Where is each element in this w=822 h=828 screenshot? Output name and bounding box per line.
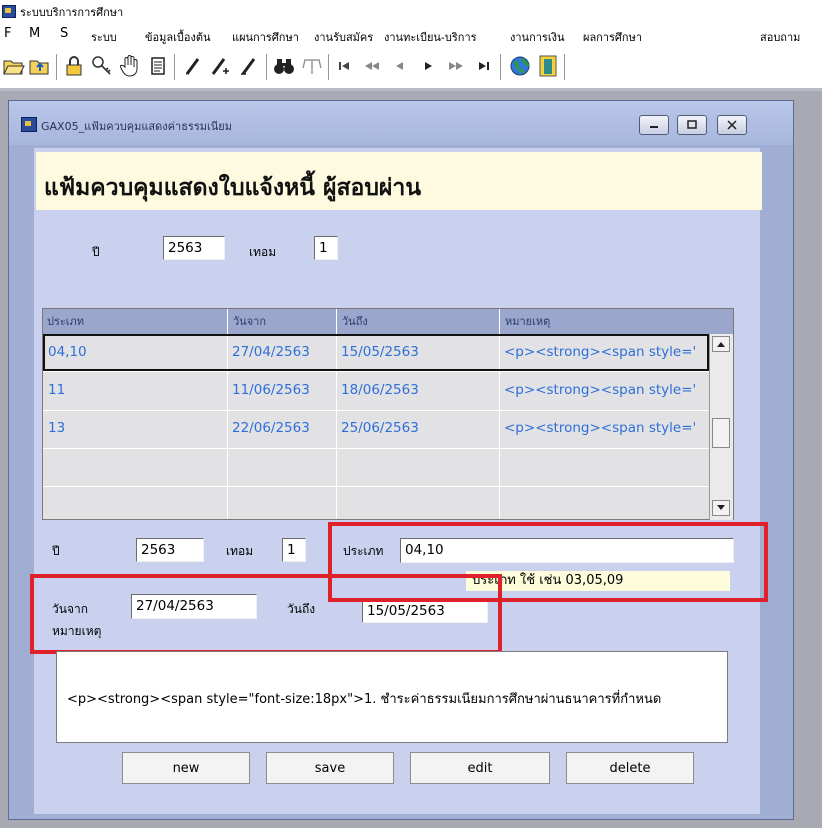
menu-item-results[interactable]: ผลการศึกษา [583,28,642,46]
menu-item-study-plan[interactable]: แผนการศึกษา [232,28,299,46]
open-folder-icon[interactable] [2,54,26,78]
cell-date-from: 22/06/2563 [232,420,310,436]
save-button[interactable]: save [266,752,394,784]
menu-item-registration[interactable]: งานทะเบียน-บริการ [384,28,477,46]
page-title: แฟ้มควบคุมแสดงใบแจ้งหนี้ ผู้สอบผ่าน [44,174,422,201]
cell-date-from: 11/06/2563 [232,382,310,398]
cell-date-to: 18/06/2563 [341,382,419,398]
cell-type: 13 [48,420,66,436]
column-header-date-from[interactable]: วันจาก [233,312,266,330]
minimize-button[interactable] [639,115,669,135]
year-filter-field[interactable]: 2563 [163,236,225,260]
app-icon [2,5,16,18]
scroll-down-button[interactable] [712,500,730,516]
filter-icon[interactable] [300,54,324,78]
pen-add-icon[interactable] [208,54,232,78]
edit-button[interactable]: edit [410,752,550,784]
column-header-date-to[interactable]: วันถึง [342,312,368,330]
detail-year-field[interactable]: 2563 [136,538,204,562]
remark-text: <p><strong><span style="font-size:18px">… [67,692,662,707]
cell-note: <p><strong><span style=' [504,420,697,436]
last-record-icon[interactable] [472,54,496,78]
highlight-date-box [30,574,502,654]
window-title: GAX05_แฟ้มควบคุมแสดงค่าธรรมเนียม [41,120,232,133]
menu-item-m[interactable]: M [29,26,40,41]
prev-record-icon[interactable] [388,54,412,78]
column-header-note[interactable]: หมายเหตุ [505,312,550,330]
first-record-icon[interactable] [332,54,356,78]
prev-page-icon[interactable] [360,54,384,78]
document-icon[interactable] [146,54,170,78]
pen-delete-icon[interactable] [236,54,260,78]
column-header-type[interactable]: ประเภท [47,312,84,330]
app-title-bar: ระบบบริการการศึกษา [0,0,822,22]
cell-type: 11 [48,382,66,398]
form-heading-panel: แฟ้มควบคุมแสดงใบแจ้งหนี้ ผู้สอบผ่าน [36,152,762,210]
detail-term-label: เทอม [226,544,254,558]
cell-note: <p><strong><span style=' [504,382,697,398]
detail-year-label: ปี [52,544,60,558]
menu-item-system[interactable]: ระบบ [91,28,117,46]
grid-scrollbar[interactable] [709,334,733,520]
hand-icon[interactable] [118,54,142,78]
cell-date-to: 25/06/2563 [341,420,419,436]
remark-textarea[interactable]: <p><strong><span style="font-size:18px">… [56,651,728,743]
next-record-icon[interactable] [416,54,440,78]
menu-item-basic-data[interactable]: ข้อมูลเบื้องต้น [145,28,211,46]
menu-bar: F M S ระบบ ข้อมูลเบื้องต้น แผนการศึกษา ง… [0,22,822,46]
binoculars-icon[interactable] [272,54,296,78]
next-page-icon[interactable] [444,54,468,78]
scroll-up-button[interactable] [712,336,730,352]
selected-row-indicator [43,334,709,371]
menu-item-f[interactable]: F [4,26,11,41]
globe-icon[interactable] [508,54,532,78]
lock-icon[interactable] [62,54,86,78]
window-icon [21,117,37,132]
menu-item-s[interactable]: S [60,26,68,41]
maximize-button[interactable] [677,115,707,135]
menu-item-finance[interactable]: งานการเงิน [510,28,564,46]
menu-item-admission[interactable]: งานรับสมัคร [314,28,373,46]
pen-icon[interactable] [180,54,204,78]
close-button[interactable] [717,115,747,135]
new-button[interactable]: new [122,752,250,784]
toolbar [0,46,822,88]
scroll-thumb[interactable] [712,418,730,448]
delete-button[interactable]: delete [566,752,694,784]
term-filter-field[interactable]: 1 [314,236,338,260]
app-title: ระบบบริการการศึกษา [20,6,124,19]
upload-folder-icon[interactable] [28,54,52,78]
term-label: เทอม [249,245,277,259]
exit-door-icon[interactable] [536,54,560,78]
menu-item-inquiry[interactable]: สอบถาม [760,28,800,46]
detail-term-field[interactable]: 1 [282,538,306,562]
grid-header: ประเภท วันจาก วันถึง หมายเหตุ [43,309,733,335]
year-label: ปี [92,245,100,259]
window-title-bar: GAX05_แฟ้มควบคุมแสดงค่าธรรมเนียม [9,101,793,145]
key-icon[interactable] [90,54,114,78]
